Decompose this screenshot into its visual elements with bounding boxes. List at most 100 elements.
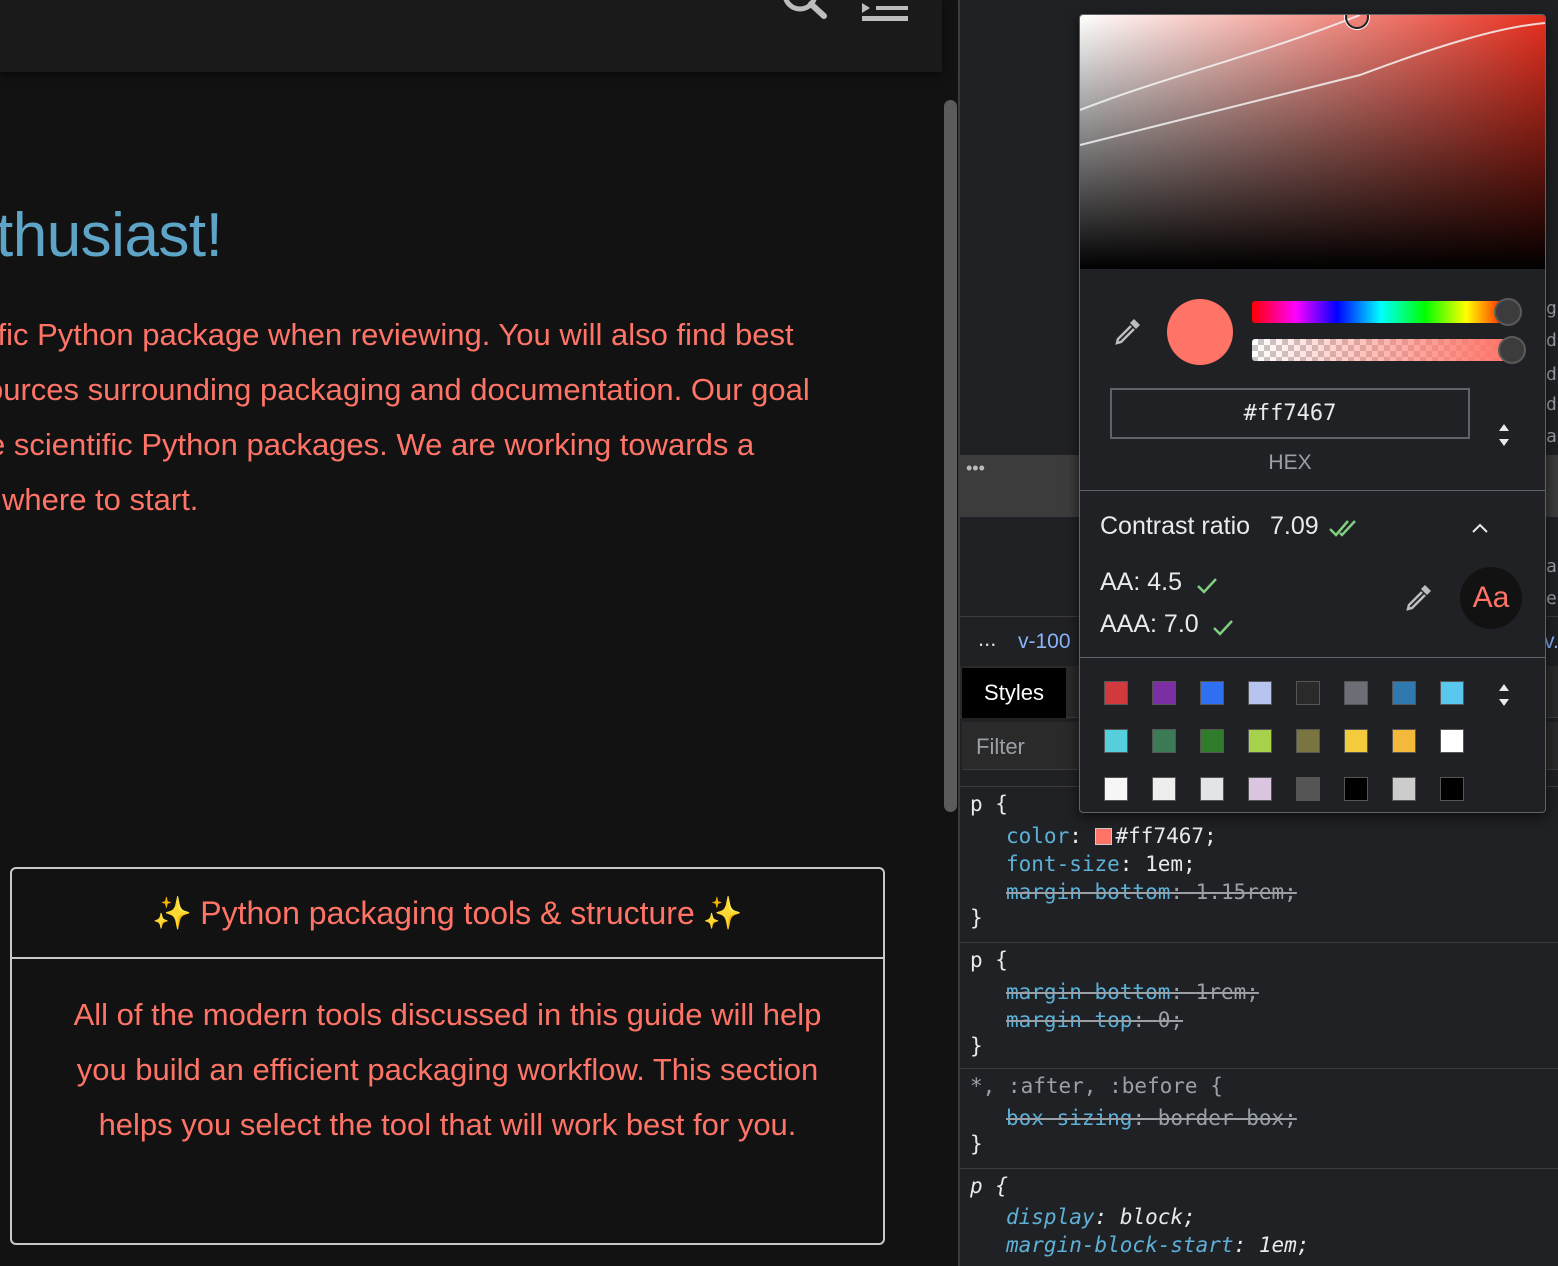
css-property: display bbox=[1006, 1205, 1095, 1229]
palette-swatch[interactable] bbox=[1344, 729, 1368, 753]
palette-swatch[interactable] bbox=[1296, 729, 1320, 753]
truncated-text: d bbox=[1546, 364, 1557, 385]
css-declaration-overridden[interactable]: margin-bottom: 1.15rem; bbox=[1006, 880, 1297, 904]
scrollbar-thumb[interactable] bbox=[944, 100, 957, 812]
hex-input[interactable]: #ff7467 bbox=[1110, 388, 1470, 439]
palette-swatch[interactable] bbox=[1248, 729, 1272, 753]
css-property: margin-block-start bbox=[1006, 1233, 1234, 1257]
color-picker-popover: #ff7467 HEX Contrast ratio 7.09 AA: 4.5 … bbox=[1079, 14, 1546, 813]
page-scrollbar[interactable] bbox=[942, 100, 958, 812]
palette-swatch[interactable] bbox=[1152, 729, 1176, 753]
table-of-contents-icon[interactable] bbox=[860, 0, 910, 24]
css-value: 0; bbox=[1157, 1008, 1184, 1032]
palette-swatch[interactable] bbox=[1440, 729, 1464, 753]
palette-swatch[interactable] bbox=[1200, 777, 1224, 801]
palette-swatch[interactable] bbox=[1152, 777, 1176, 801]
sparkle-icon: ✨ bbox=[152, 895, 193, 931]
css-value: 1rem; bbox=[1195, 980, 1259, 1004]
alpha-slider-handle[interactable] bbox=[1498, 336, 1526, 364]
card-header: ✨ Python packaging tools & structure ✨ bbox=[12, 869, 883, 959]
contrast-line bbox=[1080, 15, 1545, 146]
css-value: block; bbox=[1119, 1205, 1196, 1229]
css-declaration[interactable]: display: block; bbox=[1006, 1205, 1196, 1229]
contrast-preview: Aa bbox=[1460, 567, 1522, 629]
check-icon bbox=[1213, 620, 1233, 636]
palette-swatch[interactable] bbox=[1296, 681, 1320, 705]
palette-swatch[interactable] bbox=[1200, 729, 1224, 753]
color-swatch[interactable] bbox=[1094, 828, 1112, 845]
palette-swatch[interactable] bbox=[1392, 729, 1416, 753]
css-declaration-overridden[interactable]: box-sizing: border-box; bbox=[1006, 1106, 1297, 1130]
paragraph-line: e scientific Python packages. We are wor… bbox=[0, 427, 755, 462]
breadcrumb-more-button[interactable]: ... bbox=[978, 626, 996, 652]
truncated-text: d- bbox=[1546, 330, 1558, 351]
css-property: color bbox=[1006, 824, 1070, 848]
palette-swatch[interactable] bbox=[1248, 681, 1272, 705]
tab-styles[interactable]: Styles bbox=[962, 668, 1066, 718]
css-selector[interactable]: *, :after, :before { bbox=[970, 1074, 1223, 1098]
truncated-text: do bbox=[1546, 394, 1558, 415]
css-selector[interactable]: p { bbox=[970, 792, 1008, 816]
css-property: box-sizing bbox=[1006, 1106, 1133, 1130]
format-toggle-icon[interactable] bbox=[1496, 420, 1512, 450]
css-declaration-overridden[interactable]: margin-bottom: 1rem; bbox=[1006, 980, 1259, 1004]
paragraph-line: tific Python package when reviewing. You… bbox=[0, 317, 794, 352]
background-eyedropper-icon[interactable] bbox=[1403, 581, 1435, 613]
palette-swatch[interactable] bbox=[1200, 681, 1224, 705]
css-property: margin-top bbox=[1006, 1008, 1133, 1032]
more-icon[interactable]: ••• bbox=[966, 458, 985, 479]
card-title: Python packaging tools & structure bbox=[200, 894, 695, 931]
search-icon[interactable] bbox=[780, 0, 830, 24]
css-value: 1.15rem; bbox=[1195, 880, 1297, 904]
breadcrumb-item[interactable]: v. bbox=[1544, 630, 1558, 654]
css-close-brace: } bbox=[970, 906, 983, 930]
palette-swatch[interactable] bbox=[1248, 777, 1272, 801]
check-icon bbox=[1197, 578, 1217, 594]
card-body: All of the modern tools discussed in thi… bbox=[73, 997, 822, 1142]
paragraph-line: where to start. bbox=[2, 482, 199, 517]
divider bbox=[1080, 657, 1545, 658]
format-label: HEX bbox=[1268, 451, 1312, 474]
css-selector[interactable]: p { bbox=[970, 948, 1008, 972]
palette-toggle-icon[interactable] bbox=[1496, 680, 1512, 710]
css-property: margin-bottom bbox=[1006, 980, 1171, 1004]
palette-swatch[interactable] bbox=[1440, 777, 1464, 801]
palette-swatch[interactable] bbox=[1152, 681, 1176, 705]
page-heading: nthusiast! bbox=[0, 201, 223, 270]
palette-swatch[interactable] bbox=[1296, 777, 1320, 801]
css-declaration-overridden[interactable]: margin-top: 0; bbox=[1006, 1008, 1183, 1032]
double-check-icon bbox=[1329, 520, 1356, 537]
eyedropper-icon[interactable] bbox=[1112, 315, 1144, 347]
contrast-ratio-label: Contrast ratio bbox=[1100, 512, 1251, 540]
collapse-chevron-icon[interactable] bbox=[1470, 520, 1490, 536]
palette-swatch[interactable] bbox=[1344, 777, 1368, 801]
css-declaration[interactable]: margin-block-start: 1em; bbox=[1006, 1233, 1309, 1257]
truncated-text: ar bbox=[1546, 426, 1558, 447]
breadcrumb-item[interactable]: v-100 bbox=[1018, 630, 1071, 654]
divider bbox=[1080, 490, 1545, 491]
hue-slider-handle[interactable] bbox=[1494, 298, 1522, 326]
hue-slider[interactable] bbox=[1252, 301, 1510, 323]
css-selector[interactable]: p { bbox=[970, 1174, 1008, 1198]
css-close-brace: } bbox=[970, 1034, 983, 1058]
contrast-ratio-value: 7.09 bbox=[1270, 512, 1319, 540]
palette-swatch[interactable] bbox=[1392, 681, 1416, 705]
sparkle-icon: ✨ bbox=[702, 895, 743, 931]
palette-swatch[interactable] bbox=[1440, 681, 1464, 705]
palette-swatch[interactable] bbox=[1344, 681, 1368, 705]
truncated-text: g bbox=[1546, 298, 1557, 319]
css-declaration[interactable]: font-size: 1em; bbox=[1006, 852, 1196, 876]
css-value: 1em; bbox=[1258, 1233, 1310, 1257]
aaa-threshold: AAA: 7.0 bbox=[1100, 610, 1199, 638]
truncated-text: ar bbox=[1546, 556, 1558, 577]
palette-swatch[interactable] bbox=[1392, 777, 1416, 801]
css-declaration[interactable]: color: #ff7467; bbox=[1006, 824, 1217, 848]
alpha-slider[interactable] bbox=[1252, 339, 1510, 361]
saturation-area[interactable] bbox=[1080, 15, 1545, 269]
palette-swatch[interactable] bbox=[1104, 729, 1128, 753]
palette-swatch[interactable] bbox=[1104, 681, 1128, 705]
rule-divider bbox=[960, 1068, 1558, 1069]
info-card: ✨ Python packaging tools & structure ✨ A… bbox=[10, 867, 885, 1245]
palette-swatch[interactable] bbox=[1104, 777, 1128, 801]
truncated-text: et bbox=[1546, 588, 1558, 609]
